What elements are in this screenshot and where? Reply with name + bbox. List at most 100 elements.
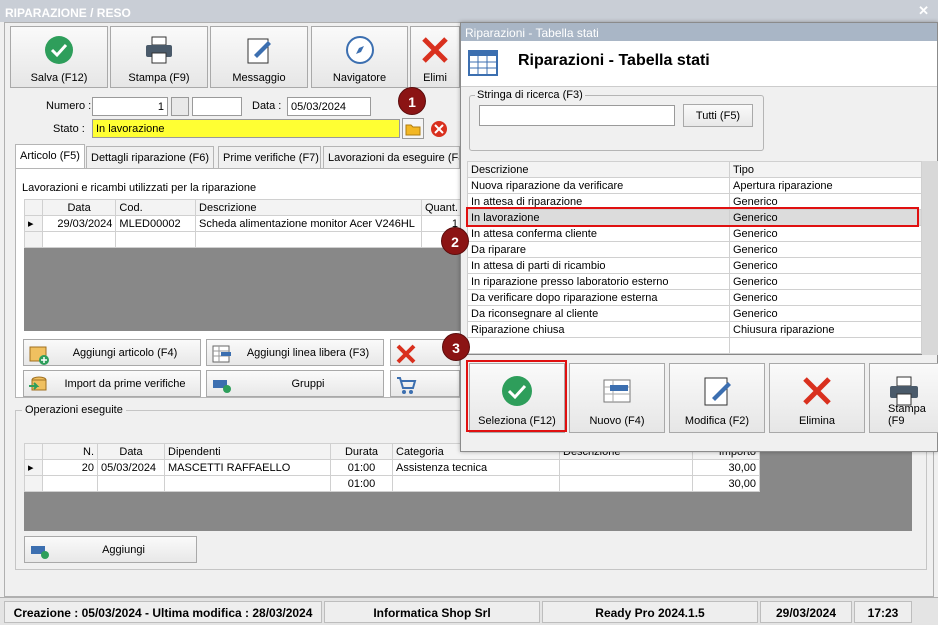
list-item[interactable]: Da verificare dopo riparazione esterna Ge… xyxy=(467,289,922,306)
scrollbar[interactable] xyxy=(922,161,938,355)
ops-col-employees[interactable]: Dipendenti xyxy=(164,443,331,460)
state-desc: Da verificare dopo riparazione esterna xyxy=(467,289,730,306)
works-col-desc[interactable]: Descrizione xyxy=(195,199,422,216)
op-duration: 01:00 xyxy=(330,459,393,476)
list-item[interactable]: In attesa di parti di ricambio Generico xyxy=(467,257,922,274)
operations-caption: Operazioni eseguite xyxy=(22,404,126,416)
ops-col-date[interactable]: Data xyxy=(97,443,165,460)
delete-button[interactable]: Elimi xyxy=(410,26,460,88)
folder-icon xyxy=(405,124,421,136)
pencil-note-icon xyxy=(247,38,271,64)
groups-label: Gruppi xyxy=(291,378,325,390)
works-col-code[interactable]: Cod. xyxy=(115,199,197,216)
groups-button[interactable]: Gruppi xyxy=(206,370,384,397)
table-row[interactable]: ▸ 29/03/2024 MLED00002 Scheda alimentazi… xyxy=(24,215,463,232)
ops-col-duration[interactable]: Durata xyxy=(330,443,393,460)
state-desc: Nuova riparazione da verificare xyxy=(467,177,730,194)
new-row-icon xyxy=(603,379,631,403)
tab-articolo[interactable]: Articolo (F5) xyxy=(15,144,85,168)
list-item[interactable]: Riparazione chiusa Chiusura riparazione xyxy=(467,321,922,338)
op-amount: 30,00 xyxy=(692,459,760,476)
works-col-qty[interactable]: Quant. xyxy=(420,199,463,216)
list-item[interactable]: Da riparare Generico xyxy=(467,241,922,258)
work-code: MLED00002 xyxy=(115,215,197,232)
dialog-title: Riparazioni - Tabella stati xyxy=(518,52,710,69)
list-item[interactable]: In riparazione presso laboratorio estern… xyxy=(467,273,922,290)
navigator-button[interactable]: Navigatore xyxy=(311,26,408,88)
number-field[interactable]: 1 xyxy=(92,97,168,116)
cart-icon xyxy=(397,377,417,394)
step-marker-2: 2 xyxy=(441,227,469,255)
table-row[interactable]: ▸ 20 05/03/2024 MASCETTI RAFFAELLO 01:00… xyxy=(24,459,760,476)
ops-col-n[interactable]: N. xyxy=(42,443,98,460)
highlight-select-button xyxy=(466,360,567,432)
dialog-titlebar: Riparazioni - Tabella stati xyxy=(461,23,937,41)
clear-icon xyxy=(431,121,447,137)
message-label: Messaggio xyxy=(232,72,286,84)
delete-x-icon xyxy=(803,377,831,405)
tab-dettagli-riparazione[interactable]: Dettagli riparazione (F6) xyxy=(86,146,214,168)
dialog-print-button[interactable]: Stampa (F9 xyxy=(869,363,938,433)
state-desc: In attesa conferma cliente xyxy=(467,225,730,242)
op-employee: MASCETTI RAFFAELLO xyxy=(164,459,331,476)
save-label: Salva (F12) xyxy=(30,72,88,84)
works-grid: Data Cod. Descrizione Quant. ▸ 29/03/202… xyxy=(24,199,463,331)
all-button[interactable]: Tutti (F5) xyxy=(683,104,753,127)
state-type: Generico xyxy=(729,289,922,306)
state-type: Generico xyxy=(729,257,922,274)
add-operation-button[interactable]: Aggiungi xyxy=(24,536,197,563)
table-row[interactable] xyxy=(24,231,463,248)
work-desc: Scheda alimentazione monitor Acer V246HL xyxy=(195,215,422,232)
state-type: Generico xyxy=(729,273,922,290)
import-checks-button[interactable]: Import da prime verifiche xyxy=(23,370,201,397)
state-type: Generico xyxy=(729,225,922,242)
date-field[interactable]: 05/03/2024 xyxy=(287,97,371,116)
state-browse-button[interactable] xyxy=(402,118,424,139)
work-date: 29/03/2024 xyxy=(41,215,117,232)
op-date: 05/03/2024 xyxy=(97,459,165,476)
delete-x-icon xyxy=(396,344,416,364)
number-suffix-field[interactable] xyxy=(192,97,242,116)
tab-prime-verifiche[interactable]: Prime verifiche (F7) xyxy=(218,146,321,168)
dialog-print-label: Stampa (F9 xyxy=(888,403,926,427)
print-button[interactable]: Stampa (F9) xyxy=(110,26,208,88)
table-icon xyxy=(468,50,498,76)
states-col-desc[interactable]: Descrizione xyxy=(467,161,730,178)
highlight-selected-row xyxy=(466,207,919,227)
dialog-delete-button[interactable]: Elimina xyxy=(769,363,865,433)
list-item[interactable]: Da riconsegnare al cliente Generico xyxy=(467,305,922,322)
delete-x-icon xyxy=(422,37,448,63)
new-button[interactable]: Nuovo (F4) xyxy=(569,363,665,433)
number-suffix-button[interactable] xyxy=(171,97,189,116)
navigator-label: Navigatore xyxy=(332,72,387,84)
compass-icon xyxy=(345,36,374,64)
window-titlebar: RIPARAZIONE / RESO ✕ xyxy=(0,0,938,22)
delete-label: Elimi xyxy=(423,72,447,84)
state-clear-button[interactable] xyxy=(429,119,449,139)
close-icon[interactable]: ✕ xyxy=(918,3,929,19)
tab-lavorazioni[interactable]: Lavorazioni da eseguire (F8 xyxy=(323,146,460,168)
search-input[interactable] xyxy=(479,105,675,126)
state-type: Apertura riparazione xyxy=(729,177,922,194)
status-created: Creazione : 05/03/2024 - Ultima modifica… xyxy=(4,601,322,623)
edit-button[interactable]: Modifica (F2) xyxy=(669,363,765,433)
search-group-label: Stringa di ricerca (F3) xyxy=(475,89,585,101)
states-grid: Descrizione Tipo Nuova riparazione da ve… xyxy=(467,161,938,355)
works-col-date[interactable]: Data xyxy=(41,199,117,216)
save-button[interactable]: Salva (F12) xyxy=(10,26,108,88)
add-free-line-label: Aggiungi linea libera (F3) xyxy=(246,347,370,359)
import-checks-label: Import da prime verifiche xyxy=(64,378,186,390)
new-label: Nuovo (F4) xyxy=(589,415,645,427)
add-article-button[interactable]: Aggiungi articolo (F4) xyxy=(23,339,201,366)
states-col-type[interactable]: Tipo xyxy=(729,161,922,178)
status-date: 29/03/2024 xyxy=(760,601,852,623)
cart-button[interactable] xyxy=(390,370,460,397)
add-free-line-button[interactable]: Aggiungi linea libera (F3) xyxy=(206,339,384,366)
list-item[interactable]: In attesa conferma cliente Generico xyxy=(467,225,922,242)
list-item[interactable]: Nuova riparazione da verificare Apertura … xyxy=(467,177,922,194)
state-field[interactable]: In lavorazione xyxy=(92,119,400,138)
print-label: Stampa (F9) xyxy=(128,72,190,84)
date-label: Data : xyxy=(252,100,282,112)
message-button[interactable]: Messaggio xyxy=(210,26,308,88)
add-operation-label: Aggiungi xyxy=(102,544,145,556)
